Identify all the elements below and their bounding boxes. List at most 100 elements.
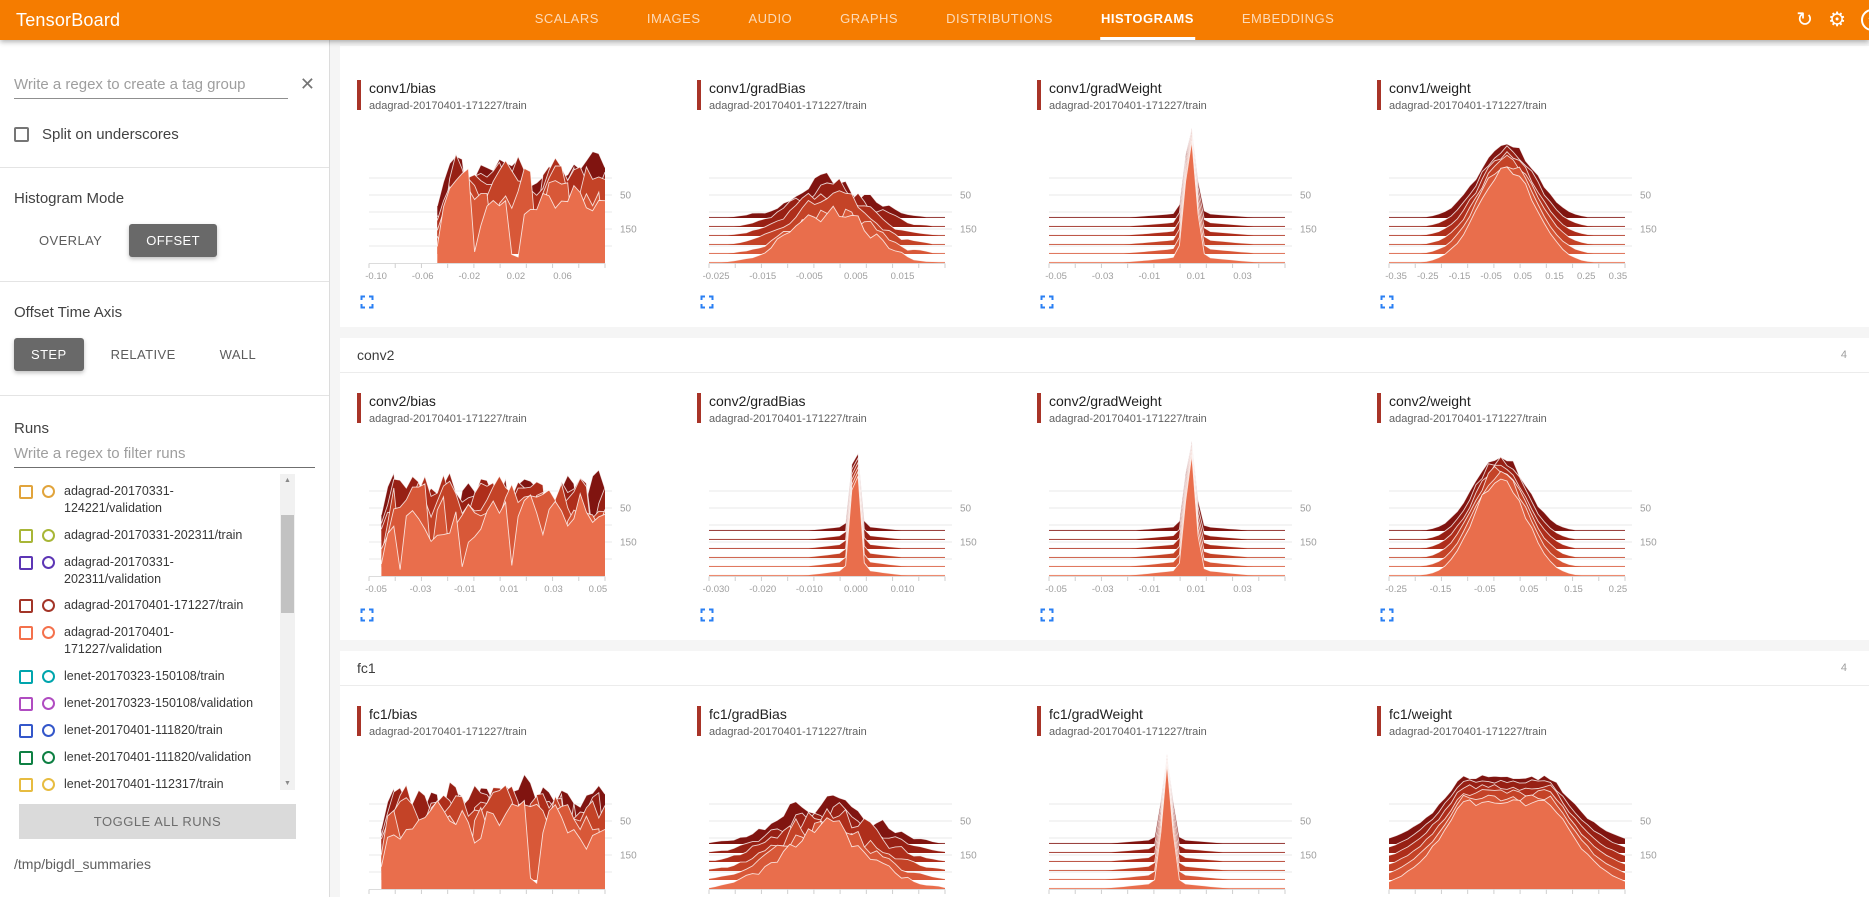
histogram-chart[interactable]: 50150-0.10-0.06-0.020.020.06 [357,118,687,286]
nav-tab[interactable]: GRAPHS [839,0,899,40]
run-name: adagrad-20170331-202311/train [64,527,264,544]
tag-section-conv2: conv2 4 conv2/bias adagrad-20170401-1712… [340,338,1869,640]
run-checkbox[interactable]: ✓ [19,670,33,684]
run-row[interactable]: ✓ lenet-20170401-111820/train [19,717,277,744]
expand-icon[interactable] [700,294,716,310]
run-name: lenet-20170323-150108/validation [64,695,264,712]
svg-text:0.03: 0.03 [1233,271,1252,282]
refresh-icon[interactable]: ↻ [1796,10,1813,30]
histogram-mode-option[interactable]: OVERLAY [22,224,119,257]
histogram-chart[interactable]: 50150-0.05-0.03-0.010.010.030.05 [357,431,687,599]
run-row[interactable]: ✓ adagrad-20170331-202311/validation [19,549,277,593]
expand-icon[interactable] [360,607,376,623]
help-icon[interactable]: ? [1861,9,1869,31]
runs-scrollbar[interactable]: ▲ ▼ [280,474,295,790]
expand-icon[interactable] [1040,607,1056,623]
svg-text:0.01: 0.01 [500,584,519,595]
histogram-mode-option[interactable]: OFFSET [129,224,217,257]
run-radio[interactable] [42,599,55,612]
histogram-card: conv2/gradWeight adagrad-20170401-171227… [1037,393,1377,628]
nav-tab[interactable]: IMAGES [646,0,702,40]
time-axis-option[interactable]: WALL [203,338,274,371]
histogram-chart[interactable]: 50150-0.05-0.03-0.010.010.03 [1037,118,1367,286]
run-row[interactable]: ✓ adagrad-20170401-171227/validation [19,619,277,663]
run-row[interactable]: ✓ lenet-20170323-150108/train [19,663,277,690]
run-checkbox[interactable]: ✓ [19,556,33,570]
histogram-chart[interactable]: 50150-0.05-0.03-0.010.010.03 [1037,431,1367,599]
run-checkbox[interactable]: ✓ [19,724,33,738]
svg-text:-0.02: -0.02 [458,271,480,282]
time-axis-option[interactable]: STEP [14,338,84,371]
app-title: TensorBoard [16,10,120,31]
run-radio[interactable] [42,778,55,791]
run-row[interactable]: ✓ lenet-20170323-150108/validation [19,690,277,717]
split-on-underscores-row[interactable]: Split on underscores [14,126,315,143]
run-radio[interactable] [42,529,55,542]
nav-tab[interactable]: HISTOGRAMS [1100,0,1195,40]
svg-text:0.35: 0.35 [1609,271,1628,282]
run-radio[interactable] [42,751,55,764]
histogram-chart[interactable]: 50150 [1037,744,1367,897]
close-icon[interactable]: ✕ [300,74,315,99]
run-row[interactable]: ✓ lenet-20170401-111820/validation [19,744,277,771]
tag-group-header[interactable]: conv2 4 [340,338,1869,373]
run-regex-input[interactable] [14,439,315,468]
run-checkbox[interactable]: ✓ [19,599,33,613]
histogram-chart[interactable]: 50150 [1377,744,1707,897]
run-color-bar [1037,706,1041,736]
svg-text:-0.05: -0.05 [1045,271,1067,282]
run-radio[interactable] [42,485,55,498]
card-header: fc1/gradWeight adagrad-20170401-171227/t… [1037,706,1367,740]
run-radio[interactable] [42,697,55,710]
histogram-chart[interactable]: 50150-0.030-0.020-0.0100.0000.010 [697,431,1027,599]
scrollbar-thumb[interactable] [281,515,294,613]
run-radio[interactable] [42,556,55,569]
run-row[interactable]: ✓ lenet-20170401-112317/train [19,771,277,795]
expand-icon[interactable] [1040,294,1056,310]
expand-icon[interactable] [1380,607,1396,623]
scroll-down-icon[interactable]: ▼ [284,780,291,787]
run-row[interactable]: ✓ adagrad-20170401-171227/train [19,592,277,619]
toggle-all-runs-button[interactable]: TOGGLE ALL RUNS [19,804,296,839]
time-axis-option[interactable]: RELATIVE [94,338,193,371]
svg-text:0.000: 0.000 [844,584,868,595]
run-checkbox[interactable]: ✓ [19,751,33,765]
histogram-chart[interactable]: 50150-0.025-0.015-0.0050.0050.015 [697,118,1027,286]
svg-text:-0.10: -0.10 [365,271,387,282]
histogram-chart[interactable]: 50150-0.35-0.25-0.15-0.050.050.150.250.3… [1377,118,1707,286]
run-checkbox[interactable]: ✓ [19,529,33,543]
scroll-up-icon[interactable]: ▲ [284,477,291,484]
svg-text:0.01: 0.01 [1187,584,1206,595]
tag-group-header[interactable]: fc1 4 [340,651,1869,686]
run-radio[interactable] [42,724,55,737]
nav-tab[interactable]: EMBEDDINGS [1241,0,1335,40]
run-row[interactable]: ✓ adagrad-20170331-202311/train [19,522,277,549]
svg-text:150: 150 [620,538,637,549]
chart-tag-title: fc1/weight [1389,706,1547,723]
histogram-chart[interactable]: 50150-0.25-0.15-0.050.050.150.25 [1377,431,1707,599]
expand-icon[interactable] [1380,294,1396,310]
tag-group-regex-input[interactable] [14,70,288,99]
split-checkbox[interactable] [14,127,29,142]
run-name: lenet-20170401-111820/validation [64,749,264,766]
nav-tab[interactable]: AUDIO [748,0,794,40]
chart-tag-title: conv1/gradWeight [1049,80,1207,97]
histogram-chart[interactable]: 50150 [697,744,1027,897]
nav-tab[interactable]: DISTRIBUTIONS [945,0,1054,40]
card-header: fc1/bias adagrad-20170401-171227/train [357,706,687,740]
svg-text:-0.03: -0.03 [1092,271,1114,282]
expand-icon[interactable] [700,607,716,623]
settings-gear-icon[interactable]: ⚙ [1828,10,1846,30]
run-row[interactable]: ✓ adagrad-20170331-124221/validation [19,478,277,522]
run-checkbox[interactable]: ✓ [19,485,33,499]
histogram-card: conv1/gradWeight adagrad-20170401-171227… [1037,80,1377,315]
run-radio[interactable] [42,626,55,639]
expand-icon[interactable] [360,294,376,310]
run-checkbox[interactable]: ✓ [19,626,33,640]
svg-text:0.015: 0.015 [891,271,915,282]
histogram-chart[interactable]: 50150 [357,744,687,897]
nav-tab[interactable]: SCALARS [534,0,600,40]
run-checkbox[interactable]: ✓ [19,697,33,711]
run-radio[interactable] [42,670,55,683]
run-checkbox[interactable]: ✓ [19,778,33,792]
